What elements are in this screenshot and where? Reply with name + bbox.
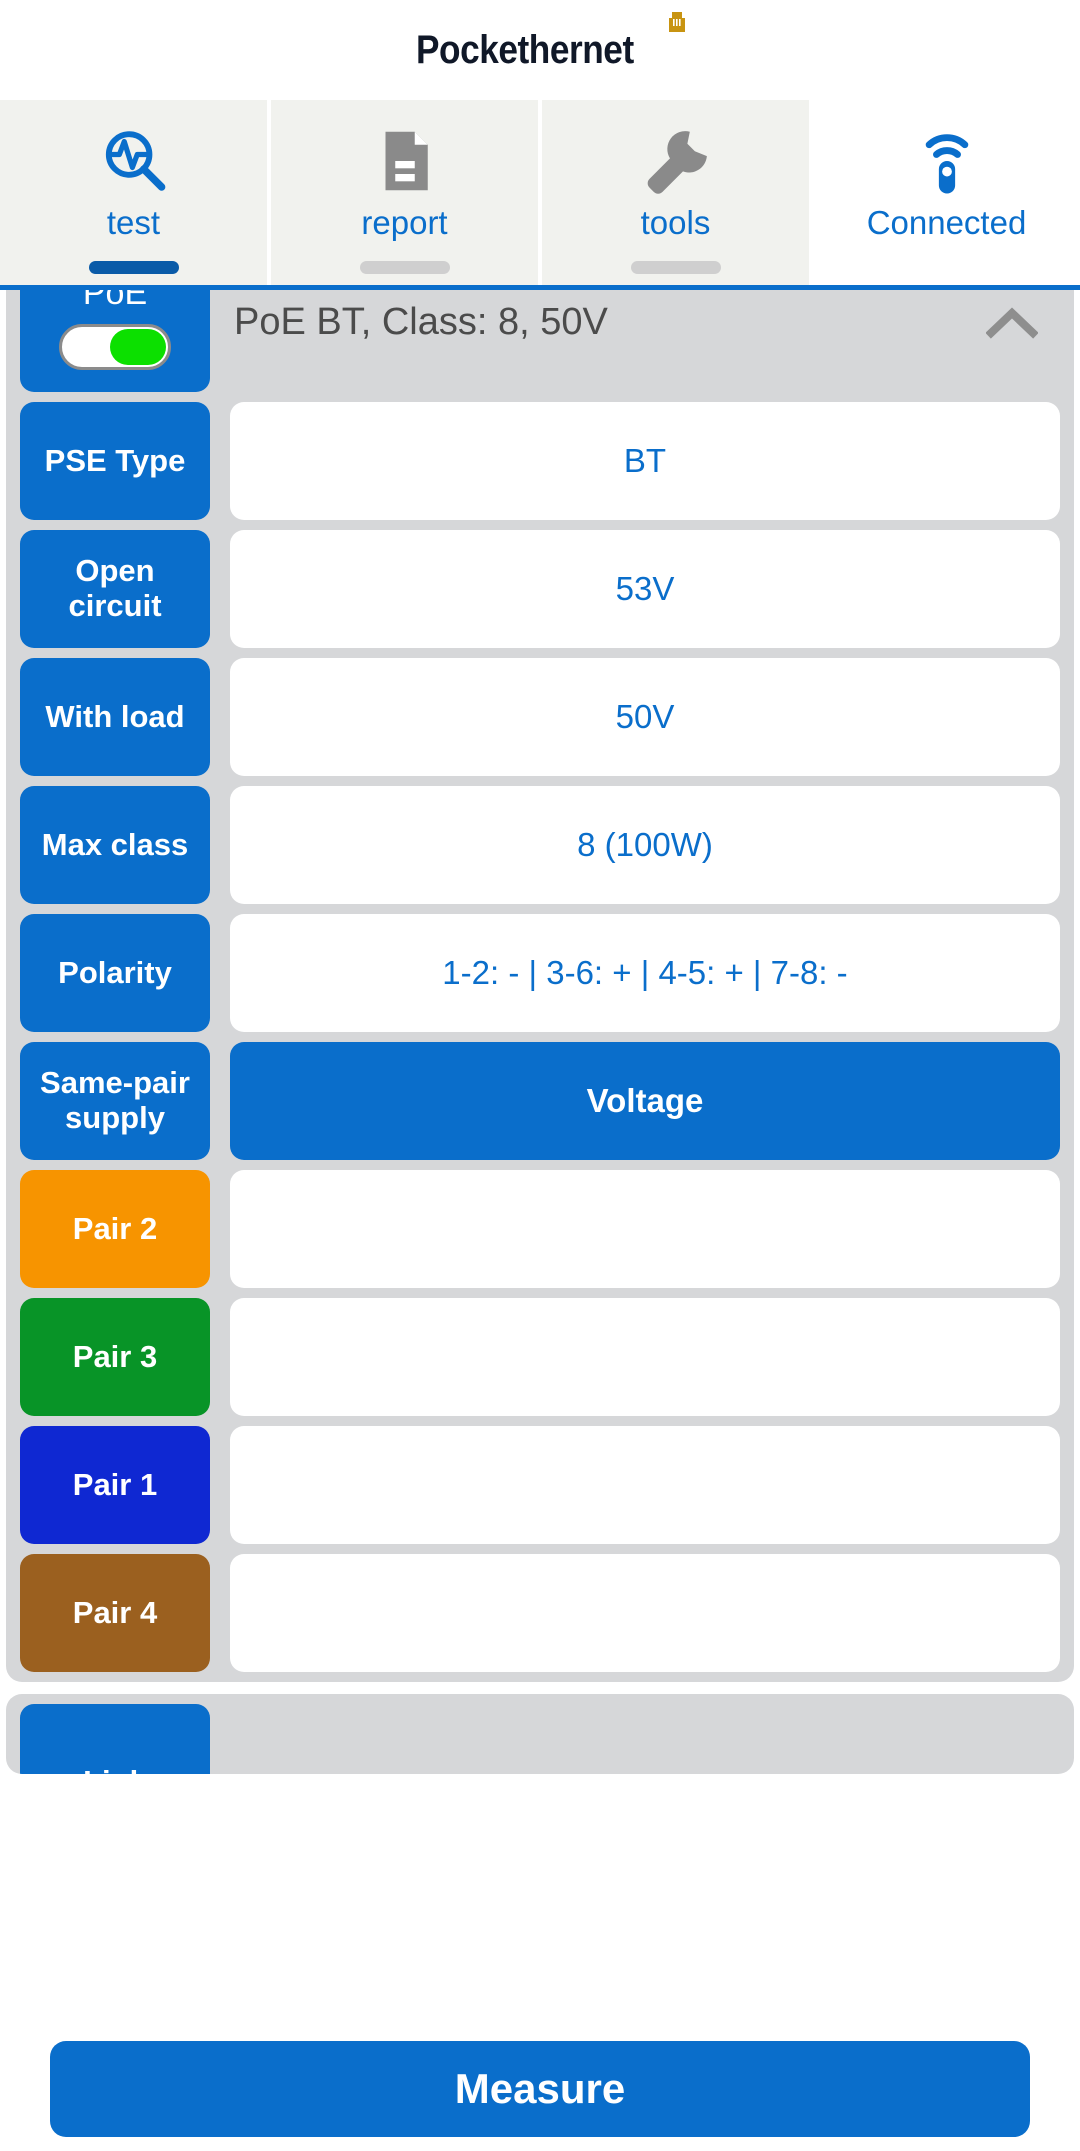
device-signal-icon <box>908 122 986 200</box>
row-label-max-class: Max class <box>20 786 210 904</box>
table-row: PSE Type BT <box>6 402 1074 520</box>
table-row: Pair 1 <box>6 1426 1074 1544</box>
table-row: Pair 3 <box>6 1298 1074 1416</box>
rj45-jack-icon <box>668 12 685 32</box>
row-value-pse-type: BT <box>230 402 1060 520</box>
row-value-pair-4 <box>230 1554 1060 1672</box>
tab-connected[interactable]: Connected <box>813 100 1080 285</box>
measure-button[interactable]: Measure <box>50 2041 1030 2137</box>
row-value-with-load: 50V <box>230 658 1060 776</box>
poe-summary-text: PoE BT, Class: 8, 50V <box>234 301 608 344</box>
table-row: Open circuit 53V <box>6 530 1074 648</box>
measure-bar: Measure <box>0 2041 1080 2151</box>
row-label-open-circuit: Open circuit <box>20 530 210 648</box>
row-label-pair-2: Pair 2 <box>20 1170 210 1288</box>
table-row: With load 50V <box>6 658 1074 776</box>
tab-tools[interactable]: tools <box>542 100 809 285</box>
table-row: Same-pair supply Voltage <box>6 1042 1074 1160</box>
table-row: Max class 8 (100W) <box>6 786 1074 904</box>
poe-section-card: PoE PoE BT, Class: 8, 50V PSE Type BT Op… <box>6 244 1074 1682</box>
link-chip-label: Link <box>83 1764 147 1774</box>
test-results-scroll[interactable]: PoE PoE BT, Class: 8, 50V PSE Type BT Op… <box>0 190 1080 2151</box>
table-row: Pair 4 <box>6 1554 1074 1672</box>
tab-indicator-tools <box>630 261 721 274</box>
row-value-polarity: 1-2: - | 3-6: + | 4-5: + | 7-8: - <box>230 914 1060 1032</box>
row-value-max-class: 8 (100W) <box>230 786 1060 904</box>
row-label-pse-type: PSE Type <box>20 402 210 520</box>
tab-label-test: test <box>106 204 161 241</box>
poe-toggle-switch[interactable] <box>59 324 171 370</box>
row-label-pair-4: Pair 4 <box>20 1554 210 1672</box>
poe-toggle-knob <box>110 329 166 365</box>
document-icon <box>366 122 444 200</box>
row-value-pair-3 <box>230 1298 1060 1416</box>
main-tabbar: test report tools Connected <box>0 100 1080 290</box>
wrench-icon <box>637 122 715 200</box>
link-section-card-partial[interactable]: Link <box>6 1694 1074 1774</box>
row-label-pair-3: Pair 3 <box>20 1298 210 1416</box>
brand-header: Pockethernet <box>0 0 1080 100</box>
tab-label-connected: Connected <box>866 204 1027 241</box>
table-row: Polarity 1-2: - | 3-6: + | 4-5: + | 7-8:… <box>6 914 1074 1032</box>
row-value-pair-2 <box>230 1170 1060 1288</box>
pockethernet-logo: Pockethernet <box>416 12 685 72</box>
row-value-pair-1 <box>230 1426 1060 1544</box>
brand-wordmark: Pockethernet <box>416 28 635 72</box>
row-label-polarity: Polarity <box>20 914 210 1032</box>
link-section-chip[interactable]: Link <box>20 1704 210 1774</box>
tab-indicator-test <box>88 261 179 274</box>
chevron-up-icon[interactable] <box>986 306 1038 340</box>
column-header-voltage: Voltage <box>230 1042 1060 1160</box>
tab-test[interactable]: test <box>0 100 267 285</box>
tab-label-tools: tools <box>640 204 711 241</box>
tab-indicator-report <box>359 261 450 274</box>
app-root: Pockethernet test report tools Connected… <box>0 0 1080 2151</box>
tab-report[interactable]: report <box>271 100 538 285</box>
row-value-open-circuit: 53V <box>230 530 1060 648</box>
row-label-same-pair-supply: Same-pair supply <box>20 1042 210 1160</box>
table-row: Pair 2 <box>6 1170 1074 1288</box>
row-label-pair-1: Pair 1 <box>20 1426 210 1544</box>
test-scope-icon <box>95 122 173 200</box>
tab-label-report: report <box>361 204 448 241</box>
row-label-with-load: With load <box>20 658 210 776</box>
